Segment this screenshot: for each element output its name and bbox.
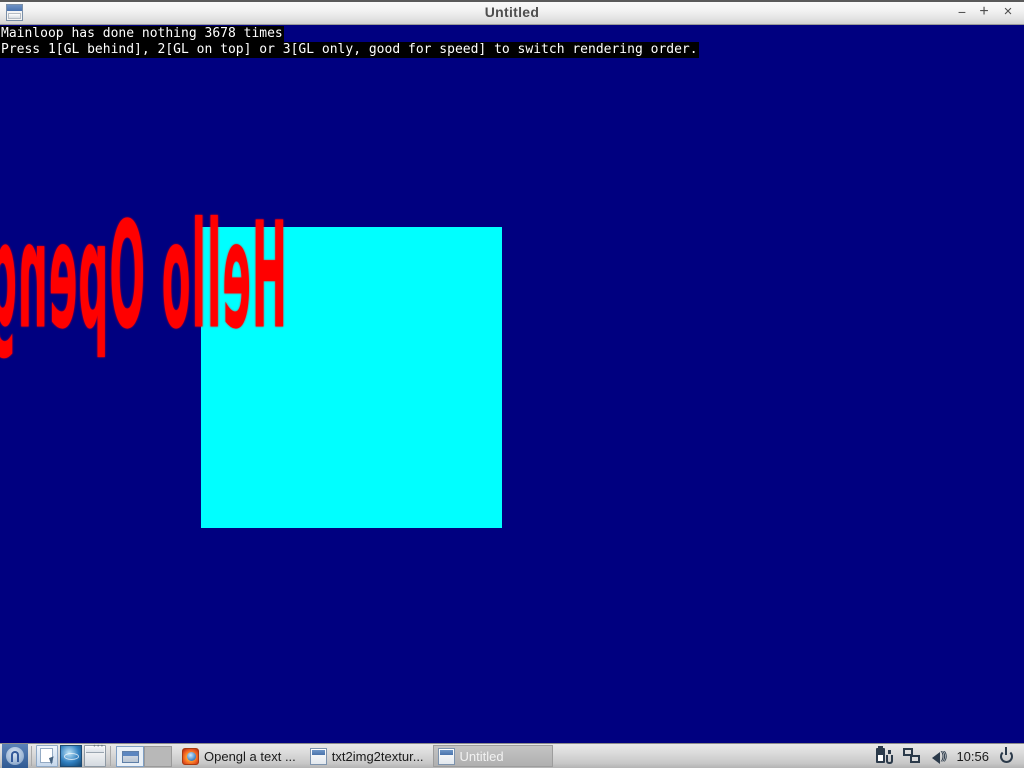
start-menu-button[interactable] [2, 744, 28, 768]
window-icon [437, 747, 455, 765]
status-line-instructions: Press 1[GL behind], 2[GL on top] or 3[GL… [0, 42, 699, 58]
task-button-opengl-text[interactable]: Opengl a text ... [177, 745, 303, 767]
taskbar-separator [110, 746, 111, 766]
window-title: Untitled [484, 4, 540, 20]
task-label: Opengl a text ... [204, 748, 296, 764]
task-button-txt2img2texture[interactable]: txt2img2textur... [305, 745, 431, 767]
network-windows-icon[interactable] [901, 746, 923, 766]
window-titlebar[interactable]: Untitled − + × [0, 0, 1024, 25]
opengl-render-area[interactable]: Mainloop has done nothing 3678 times Pre… [0, 25, 1024, 743]
power-icon[interactable] [997, 746, 1017, 766]
battery-plug-icon[interactable] [873, 746, 895, 766]
close-button[interactable]: × [998, 0, 1018, 24]
window-icon [309, 747, 327, 765]
clock[interactable]: 10:56 [956, 749, 989, 764]
task-button-list: Opengl a text ... txt2img2textur... Unti… [177, 745, 870, 768]
minimize-button[interactable]: − [952, 0, 972, 24]
web-browser-icon[interactable] [60, 745, 82, 767]
cyan-textured-quad [201, 227, 502, 528]
plug-glyph [886, 750, 894, 764]
file-manager-icon[interactable] [36, 745, 58, 767]
firefox-icon [182, 747, 199, 765]
taskbar-separator [31, 746, 32, 766]
system-tray: 10:56 [870, 745, 1020, 768]
pager-desktop-2[interactable] [144, 745, 172, 767]
pager-desktop-1[interactable] [116, 745, 144, 767]
taskbar: Opengl a text ... txt2img2textur... Unti… [0, 743, 1024, 768]
desktop-pager[interactable] [116, 745, 172, 767]
task-label: txt2img2textur... [331, 748, 424, 764]
volume-icon[interactable] [929, 746, 951, 766]
start-menu-icon [6, 747, 24, 765]
desktop-screen: Untitled − + × Mainloop has done nothing… [0, 0, 1024, 768]
maximize-button[interactable]: + [974, 0, 994, 24]
task-button-untitled[interactable]: Untitled [432, 745, 553, 767]
task-label: Untitled [459, 748, 504, 764]
status-line-mainloop: Mainloop has done nothing 3678 times [0, 26, 284, 42]
terminal-window-icon[interactable] [84, 744, 106, 767]
